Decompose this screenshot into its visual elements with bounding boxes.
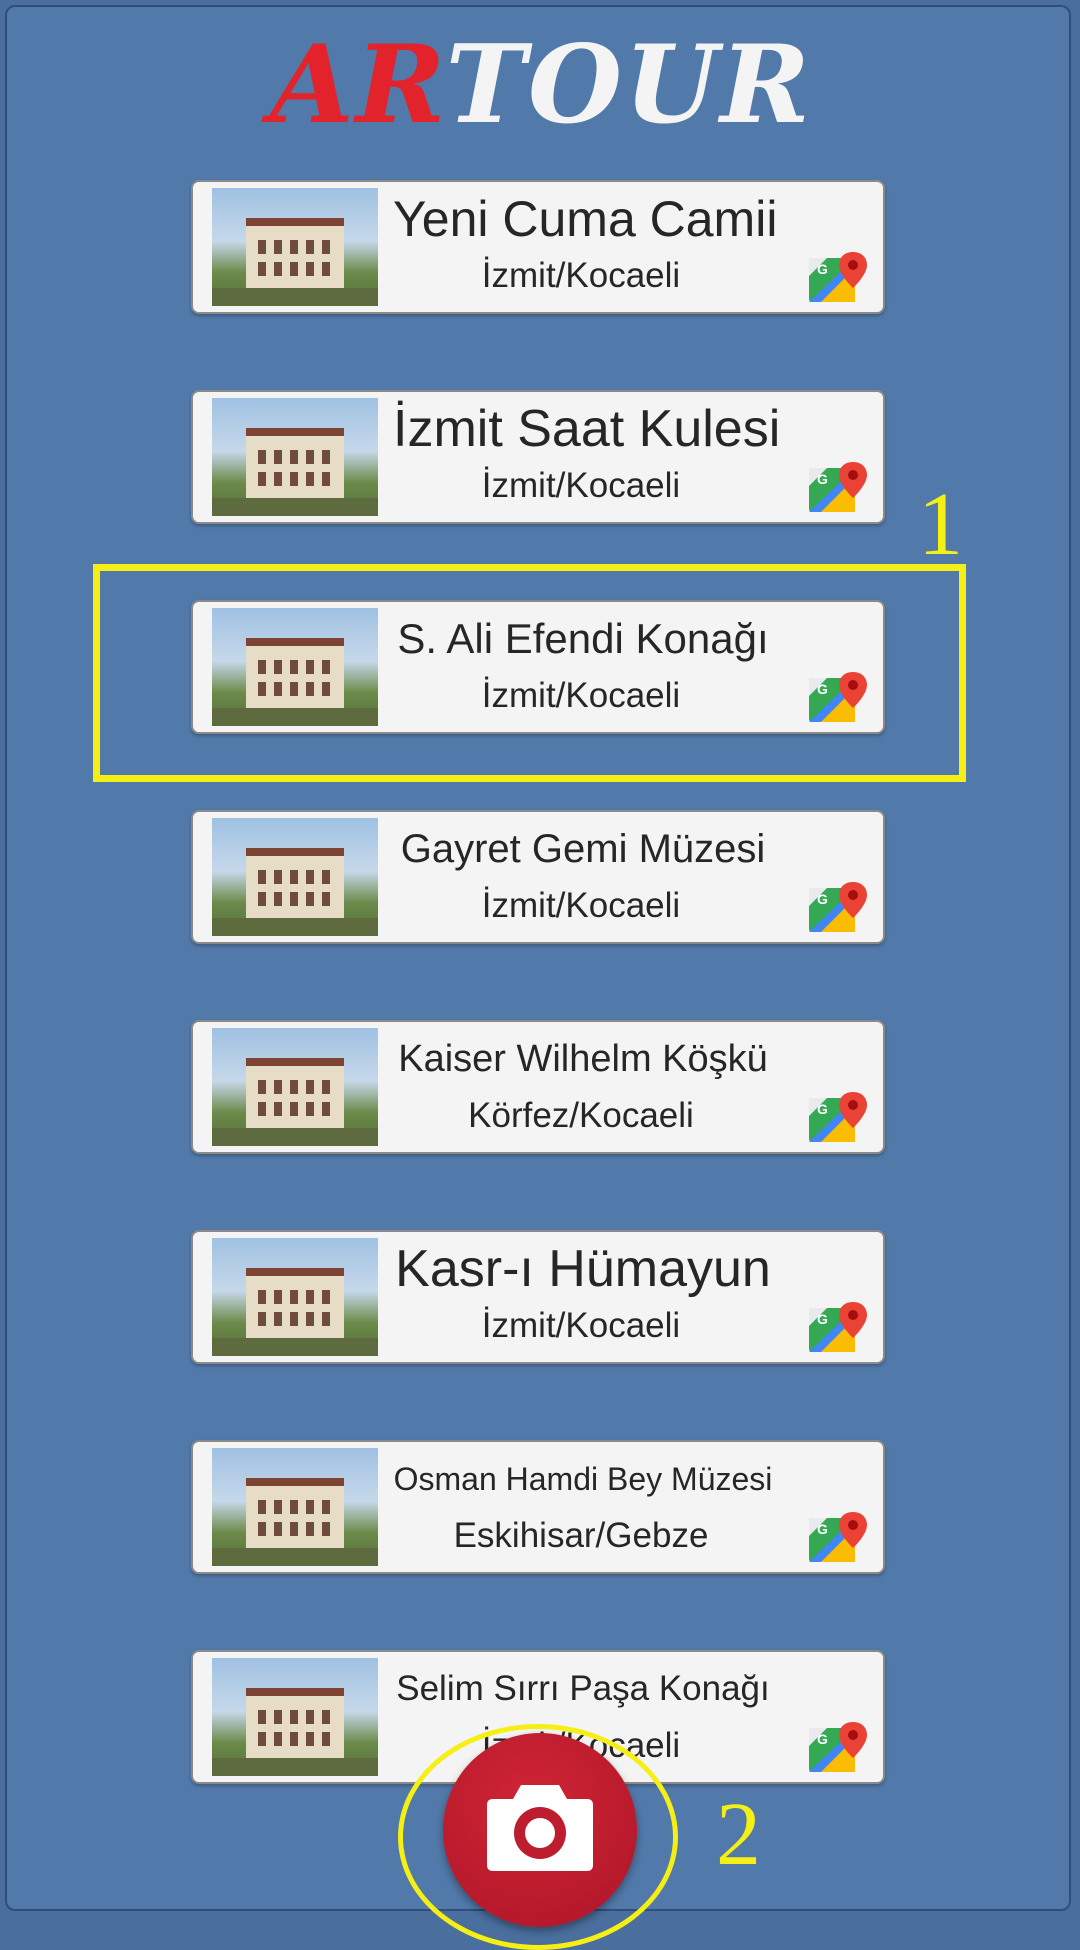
place-title: Yeni Cuma Camii xyxy=(393,191,778,247)
place-title: Selim Sırrı Paşa Konağı xyxy=(396,1669,770,1708)
logo-tour: TOUR xyxy=(445,22,813,148)
place-title: İzmit Saat Kulesi xyxy=(393,400,781,458)
place-location: İzmit/Kocaeli xyxy=(481,256,681,295)
place-card-izmit-saat-kulesi[interactable]: İzmit Saat Kulesi İzmit/Kocaeli G xyxy=(191,390,885,524)
svg-text:G: G xyxy=(817,1521,828,1537)
place-thumbnail xyxy=(212,188,378,306)
place-card-kasr-i-humayun[interactable]: Kasr-ı Hümayun İzmit/Kocaeli G xyxy=(191,1230,885,1364)
svg-text:G: G xyxy=(817,1311,828,1327)
place-card-yeni-cuma-camii[interactable]: Yeni Cuma Camii İzmit/Kocaeli G xyxy=(191,180,885,314)
place-location: Körfez/Kocaeli xyxy=(468,1096,694,1135)
highlight-ellipse-2 xyxy=(398,1724,678,1950)
place-thumbnail xyxy=(212,398,378,516)
app-logo: ARTOUR xyxy=(270,30,810,140)
place-title: Gayret Gemi Müzesi xyxy=(400,827,766,871)
google-maps-icon[interactable]: G xyxy=(807,1300,867,1354)
svg-text:G: G xyxy=(817,471,828,487)
svg-text:G: G xyxy=(817,1101,828,1117)
place-card-gayret-gemi-muzesi[interactable]: Gayret Gemi Müzesi İzmit/Kocaeli G xyxy=(191,810,885,944)
highlight-box-1 xyxy=(93,564,966,782)
place-location: İzmit/Kocaeli xyxy=(481,1306,681,1345)
place-location: İzmit/Kocaeli xyxy=(481,466,681,505)
google-maps-icon[interactable]: G xyxy=(807,1090,867,1144)
place-location: İzmit/Kocaeli xyxy=(481,886,681,925)
google-maps-icon[interactable]: G xyxy=(807,250,867,304)
google-maps-icon[interactable]: G xyxy=(807,1510,867,1564)
place-thumbnail xyxy=(212,1448,378,1566)
logo-ar: AR xyxy=(270,22,446,148)
svg-text:G: G xyxy=(817,891,828,907)
place-thumbnail xyxy=(212,1238,378,1356)
place-title: Kaiser Wilhelm Köşkü xyxy=(398,1038,768,1080)
annotation-label-2: 2 xyxy=(716,1785,761,1884)
annotation-label-1: 1 xyxy=(918,475,963,574)
google-maps-icon[interactable]: G xyxy=(807,1720,867,1774)
svg-text:G: G xyxy=(817,261,828,277)
place-thumbnail xyxy=(212,1658,378,1776)
place-thumbnail xyxy=(212,818,378,936)
place-card-osman-hamdi-bey-muzesi[interactable]: Osman Hamdi Bey Müzesi Eskihisar/Gebze G xyxy=(191,1440,885,1574)
place-thumbnail xyxy=(212,1028,378,1146)
place-title: Kasr-ı Hümayun xyxy=(395,1240,771,1298)
place-title: Osman Hamdi Bey Müzesi xyxy=(393,1461,773,1497)
google-maps-icon[interactable]: G xyxy=(807,880,867,934)
svg-text:G: G xyxy=(817,1731,828,1747)
place-location: Eskihisar/Gebze xyxy=(453,1516,709,1555)
place-card-kaiser-wilhelm-koşku[interactable]: Kaiser Wilhelm Köşkü Körfez/Kocaeli G xyxy=(191,1020,885,1154)
google-maps-icon[interactable]: G xyxy=(807,460,867,514)
